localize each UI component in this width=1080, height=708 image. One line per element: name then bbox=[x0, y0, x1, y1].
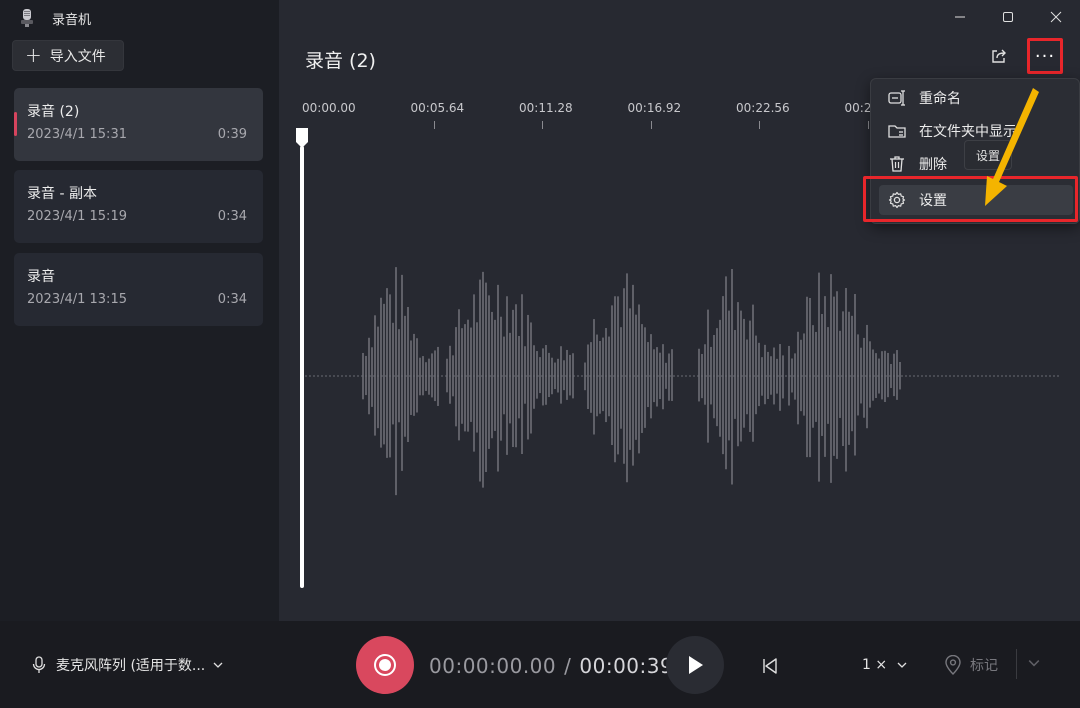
timeline-tick bbox=[867, 121, 869, 129]
timeline-tick-label: 00:05.64 bbox=[410, 101, 465, 115]
timeline-tick-label: 00:16.92 bbox=[627, 101, 682, 115]
menu-item-label: 设置 bbox=[919, 193, 947, 209]
timeline-tick bbox=[759, 121, 760, 129]
recording-name: 录音 - 副本 bbox=[27, 186, 97, 202]
playback-speed-selector[interactable]: 1 × bbox=[862, 657, 907, 673]
share-button[interactable] bbox=[985, 42, 1013, 70]
timeline-tick bbox=[650, 121, 652, 129]
timeline-tick-label: 00:11.28 bbox=[519, 101, 573, 115]
more-icon: ··· bbox=[1034, 45, 1056, 67]
timeline-tick-label: 00:22.56 bbox=[736, 101, 790, 115]
chevron-down-icon[interactable] bbox=[1028, 657, 1040, 669]
app-microphone-icon bbox=[21, 9, 33, 27]
folder-icon bbox=[887, 121, 907, 141]
window-controls bbox=[936, 0, 1080, 34]
recording-name: 录音 bbox=[27, 269, 55, 285]
chevron-down-icon bbox=[897, 662, 907, 668]
microphone-label: 麦克风阵列 (适用于数... bbox=[56, 658, 206, 674]
minimize-button[interactable] bbox=[936, 0, 984, 34]
import-file-button[interactable]: + 导入文件 bbox=[12, 40, 124, 71]
menu-item-label: 重命名 bbox=[919, 91, 961, 107]
selection-indicator bbox=[14, 112, 17, 136]
time-separator: / bbox=[564, 654, 572, 678]
minimize-icon bbox=[955, 16, 965, 18]
play-icon bbox=[689, 656, 703, 674]
recording-duration: 0:34 bbox=[217, 292, 247, 307]
add-marker-button[interactable]: 标记 bbox=[944, 655, 998, 675]
gear-icon bbox=[887, 190, 907, 210]
playhead-handle[interactable] bbox=[296, 128, 308, 148]
microphone-selector[interactable]: 麦克风阵列 (适用于数... bbox=[32, 655, 223, 675]
recording-date: 2023/4/1 15:19 bbox=[27, 209, 127, 224]
microphone-icon bbox=[32, 656, 46, 673]
maximize-button[interactable] bbox=[984, 0, 1032, 34]
play-button[interactable] bbox=[666, 636, 724, 694]
playback-bar: 麦克风阵列 (适用于数... 00:00:00.00/00:00:39 1 × … bbox=[0, 621, 1080, 708]
waveform[interactable] bbox=[279, 260, 1080, 500]
total-time: 00:00:39 bbox=[579, 654, 674, 678]
recording-date: 2023/4/1 13:15 bbox=[27, 292, 127, 307]
timeline-tick bbox=[542, 121, 543, 129]
divider bbox=[1016, 649, 1017, 679]
chevron-down-icon bbox=[213, 662, 223, 668]
close-button[interactable] bbox=[1032, 0, 1080, 34]
recording-title: 录音 (2) bbox=[305, 50, 376, 72]
timeline-tick-label: 00:00.00 bbox=[302, 101, 356, 115]
current-time: 00:00:00.00 bbox=[429, 654, 557, 678]
timeline-tick bbox=[433, 121, 435, 129]
recordings-sidebar: 录音机 + 导入文件 录音 (2) 2023/4/1 15:31 0:39 录音… bbox=[0, 0, 279, 621]
marker-label: 标记 bbox=[970, 658, 998, 674]
location-pin-icon bbox=[945, 655, 961, 675]
close-icon bbox=[1050, 11, 1062, 23]
recording-duration: 0:34 bbox=[217, 209, 247, 224]
skip-back-icon bbox=[763, 658, 777, 674]
more-options-button[interactable]: ··· bbox=[1027, 38, 1063, 74]
record-icon bbox=[374, 654, 396, 676]
menu-item-label: 删除 bbox=[919, 157, 947, 173]
recording-item[interactable]: 录音 (2) 2023/4/1 15:31 0:39 bbox=[14, 88, 263, 161]
share-icon bbox=[992, 49, 1006, 63]
recording-duration: 0:39 bbox=[217, 127, 247, 142]
recording-item[interactable]: 录音 2023/4/1 13:15 0:34 bbox=[14, 253, 263, 326]
rename-icon bbox=[887, 88, 907, 108]
time-display: 00:00:00.00 / 00:00:39 bbox=[429, 654, 673, 678]
playback-speed: 1 × bbox=[862, 657, 888, 673]
import-file-label: 导入文件 bbox=[49, 48, 106, 65]
trash-icon bbox=[887, 154, 907, 174]
recording-date: 2023/4/1 15:31 bbox=[27, 127, 127, 142]
record-button[interactable] bbox=[356, 636, 414, 694]
recording-item[interactable]: 录音 - 副本 2023/4/1 15:19 0:34 bbox=[14, 170, 263, 243]
plus-icon: + bbox=[25, 42, 42, 67]
recording-name: 录音 (2) bbox=[27, 104, 80, 120]
maximize-icon bbox=[1003, 12, 1013, 22]
title-bar: 录音机 bbox=[20, 8, 91, 28]
app-title: 录音机 bbox=[52, 12, 92, 28]
skip-to-start-button[interactable] bbox=[758, 654, 782, 678]
annotation-arrow bbox=[985, 88, 1039, 206]
